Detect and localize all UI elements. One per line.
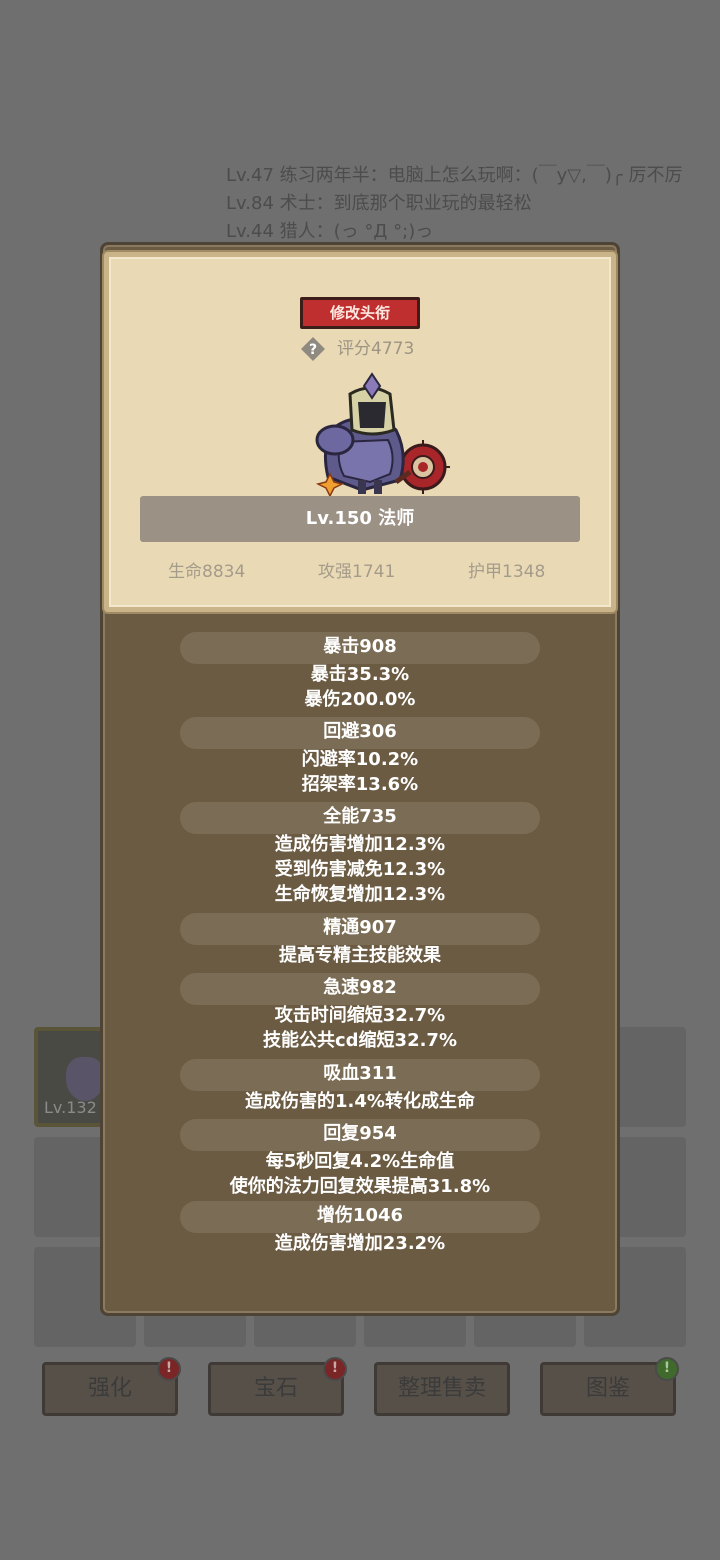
- chat-line: Lv.84 术士：到底那个职业玩的最轻松: [226, 193, 532, 214]
- stat-detail: 暴伤200.0%: [304, 689, 416, 710]
- stat-detail: 生命恢复增加12.3%: [274, 884, 446, 905]
- svg-text:?: ?: [309, 342, 317, 358]
- lifesteal-section-header: 吸血311: [180, 1059, 540, 1091]
- chat-log: Lv.47 练习两年半：电脑上怎么玩啊：(￣y▽,￣)╭ 厉不厉 Lv.84 术…: [226, 162, 720, 246]
- regen-section-header: 回复954: [180, 1119, 540, 1151]
- versatility-section-header: 全能735: [180, 802, 540, 834]
- mastery-section-header: 精通907: [180, 913, 540, 945]
- attack-power-stat: 攻强1741: [318, 562, 396, 582]
- enhance-label: 强化: [87, 1376, 132, 1401]
- stat-detail: 造成伤害的1.4%转化成生命: [245, 1091, 475, 1112]
- stat-detail: 闪避率10.2%: [301, 749, 419, 770]
- hp-stat: 生命8834: [168, 562, 246, 582]
- dodge-section-header: 回避306: [180, 717, 540, 749]
- help-icon[interactable]: ?: [300, 336, 326, 362]
- mage-character-icon: [315, 372, 450, 498]
- enhance-button[interactable]: 强化 !: [42, 1357, 181, 1416]
- stat-detail: 造成伤害增加23.2%: [274, 1233, 446, 1254]
- stat-detail: 招架率13.6%: [301, 774, 419, 795]
- character-name-banner: Lv.150 法师: [140, 496, 580, 542]
- item-level: Lv.132: [44, 1098, 97, 1117]
- gem-button[interactable]: 宝石 !: [208, 1357, 347, 1416]
- sort-sell-button[interactable]: 整理售卖: [374, 1362, 510, 1416]
- stat-detail: 技能公共cd缩短32.7%: [262, 1030, 457, 1051]
- stat-detail: 提高专精主技能效果: [279, 945, 441, 966]
- stat-detail: 每5秒回复4.2%生命值: [265, 1151, 455, 1172]
- stat-detail: 造成伤害增加12.3%: [274, 834, 446, 855]
- stat-detail: 使你的法力回复效果提高31.8%: [229, 1176, 491, 1197]
- crit-section-header: 暴击908: [180, 632, 540, 664]
- armor-stat: 护甲1348: [468, 562, 546, 582]
- stat-detail: 攻击时间缩短32.7%: [274, 1005, 446, 1026]
- alert-badge-icon: !: [323, 1357, 347, 1381]
- codex-button[interactable]: 图鉴 !: [540, 1357, 679, 1416]
- alert-badge-icon: !: [655, 1357, 679, 1381]
- damage-bonus-section-header: 增伤1046: [180, 1201, 540, 1233]
- edit-title-button[interactable]: 修改头衔: [300, 297, 420, 329]
- gem-label: 宝石: [253, 1376, 298, 1401]
- stat-detail: 暴击35.3%: [310, 664, 410, 685]
- score-value: 评分4773: [337, 339, 415, 359]
- shield-icon: [66, 1057, 104, 1101]
- alert-badge-icon: !: [157, 1357, 181, 1381]
- haste-section-header: 急速982: [180, 973, 540, 1005]
- chat-line: Lv.47 练习两年半：电脑上怎么玩啊：(￣y▽,￣)╭ 厉不厉: [226, 165, 683, 186]
- codex-label: 图鉴: [585, 1376, 630, 1401]
- sort-sell-label: 整理售卖: [397, 1376, 486, 1401]
- stat-detail: 受到伤害减免12.3%: [274, 859, 446, 880]
